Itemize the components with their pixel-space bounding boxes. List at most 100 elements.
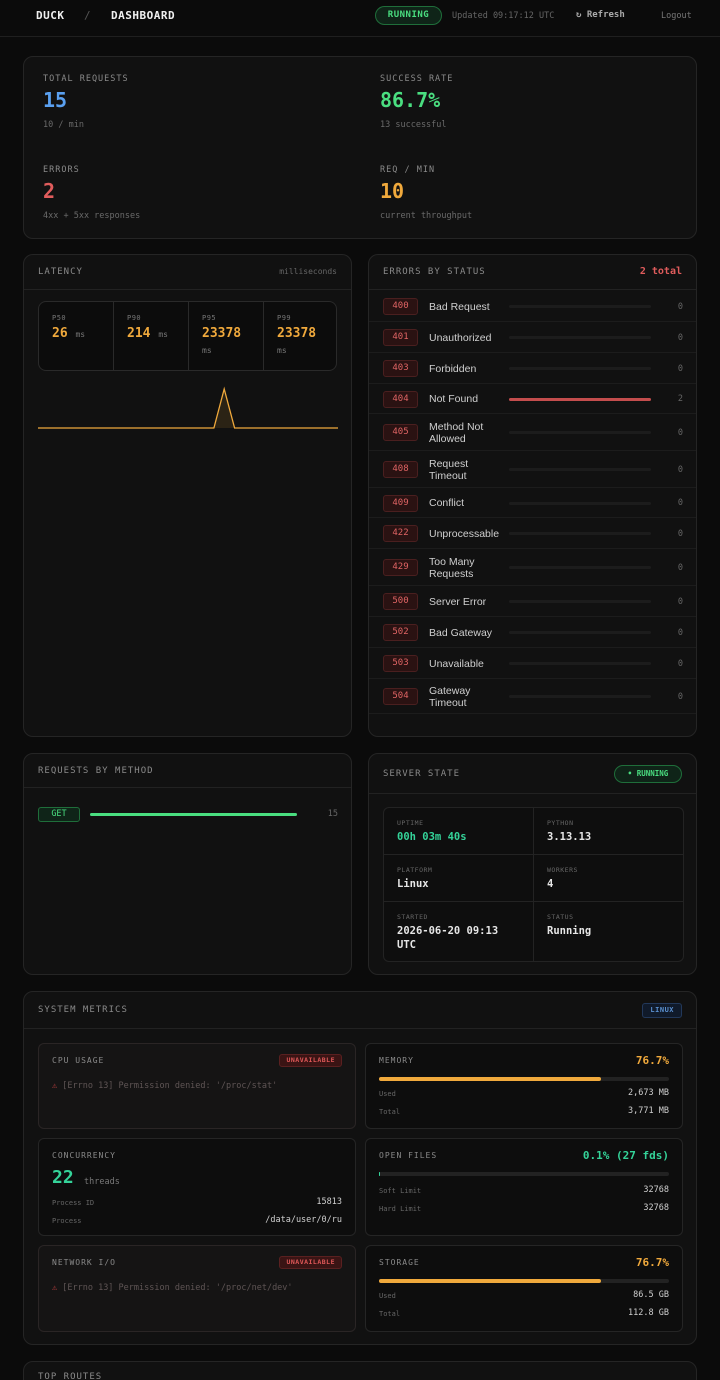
errors-label: ERRORS [43, 165, 80, 175]
total-requests-sub: 10 / min [43, 120, 84, 130]
latency-card: LATENCY milliseconds P50 26 ms P90 214 m… [23, 254, 352, 737]
status-badge: RUNNING [375, 6, 442, 25]
percentile-p95: P95 23378 ms [189, 302, 264, 370]
error-bar-track [509, 501, 651, 505]
error-count: 0 [677, 427, 683, 438]
error-count: 0 [677, 363, 683, 374]
server-state-title: SERVER STATE [383, 769, 461, 779]
error-bar-track [509, 631, 651, 634]
breadcrumb-dashboard: DASHBOARD [111, 9, 176, 22]
errors-sub: 4xx + 5xx responses [43, 211, 141, 221]
server-state-header: SERVER STATE • RUNNING [369, 754, 696, 794]
top-bar: DUCK / DASHBOARD RUNNING Updated 09:17:1… [0, 0, 720, 37]
error-bar-track [509, 600, 651, 603]
errors-by-status-title: ERRORS BY STATUS [383, 267, 486, 277]
status-name: Bad Request [429, 300, 490, 313]
error-row-429: 429 Too Many Requests 0 [369, 549, 696, 586]
storage-card: STORAGE 76.7% Used 86.5 GB Total 112.8 G… [365, 1245, 683, 1332]
server-running-badge: • RUNNING [614, 765, 682, 783]
error-count: 2 [677, 394, 683, 404]
error-bar-track [509, 566, 651, 569]
warning-icon: ⚠ [52, 1081, 58, 1091]
status-code-badge: 408 [383, 461, 418, 478]
brand-logo[interactable]: DUCK [36, 9, 65, 22]
uptime-cell: UPTIME 00h 03m 40s [384, 808, 534, 855]
error-row-401: 401 Unauthorized 0 [369, 322, 696, 353]
status-code-badge: 503 [383, 655, 418, 672]
req-min-label: REQ / MIN [380, 165, 436, 175]
system-metrics-title: SYSTEM METRICS [38, 1005, 128, 1015]
error-row-504: 504 Gateway Timeout 0 [369, 679, 696, 714]
error-count: 0 [677, 596, 683, 607]
summary-card: TOTAL REQUESTS 15 10 / min SUCCESS RATE … [23, 56, 697, 239]
system-metrics-card: SYSTEM METRICS LINUX CPU USAGE UNAVAILAB… [23, 991, 697, 1345]
status-name: Gateway Timeout [429, 684, 471, 709]
error-bar-track [509, 468, 651, 471]
error-bar-track [509, 367, 651, 370]
error-count: 0 [677, 332, 683, 343]
method-badge: GET [38, 807, 80, 822]
storage-bar-fill [379, 1279, 602, 1283]
error-row-503: 503 Unavailable 0 [369, 648, 696, 679]
memory-total: 3,771 MB [628, 1106, 669, 1116]
memory-bar-fill [379, 1077, 602, 1081]
total-requests-value: 15 [43, 88, 68, 112]
open-files-bar-track [379, 1172, 669, 1176]
error-row-400: 400 Bad Request 0 [369, 291, 696, 322]
percentile-p90: P90 214 ms [114, 302, 189, 370]
error-bar-track [509, 532, 651, 535]
memory-used: 2,673 MB [628, 1088, 669, 1098]
error-bar-track [509, 662, 651, 665]
cpu-unavailable-badge: UNAVAILABLE [279, 1054, 342, 1067]
platform-cell: PLATFORM Linux [384, 855, 534, 902]
status-name: Bad Gateway [429, 626, 493, 639]
concurrency-card: CONCURRENCY 22 threads Process ID 15813 … [38, 1138, 356, 1236]
storage-bar-track [379, 1279, 669, 1283]
latency-title: LATENCY [38, 267, 83, 277]
python-cell: PYTHON 3.13.13 [534, 808, 684, 855]
status-name: Server Error [429, 595, 487, 608]
server-state-card: SERVER STATE • RUNNING UPTIME 00h 03m 40… [368, 753, 697, 975]
server-state-grid: UPTIME 00h 03m 40s PYTHON 3.13.13 PLATFO… [383, 807, 684, 962]
started-cell: STARTED 2026-06-20 09:13 UTC [384, 902, 534, 962]
status-name: Forbidden [429, 362, 477, 375]
refresh-button[interactable]: ↻ Refresh [576, 10, 625, 20]
storage-percent: 76.7% [635, 1256, 669, 1269]
memory-card: MEMORY 76.7% Used 2,673 MB Total 3,771 M… [365, 1043, 683, 1129]
requests-by-method-header: REQUESTS BY METHOD [24, 754, 351, 788]
status-name: Unauthorized [429, 331, 492, 344]
error-count: 0 [677, 627, 683, 638]
open-files-card: OPEN FILES 0.1% (27 fds) Soft Limit 3276… [365, 1138, 683, 1236]
status-name: Too Many Requests [429, 555, 475, 580]
method-count: 15 [327, 809, 338, 819]
percentile-box: P50 26 ms P90 214 ms P95 23378 ms P99 233… [38, 301, 337, 371]
error-row-408: 408 Request Timeout 0 [369, 451, 696, 488]
hard-limit: 32768 [643, 1203, 669, 1213]
warning-icon: ⚠ [52, 1283, 58, 1293]
percentile-p99: P99 23378 ms [277, 314, 317, 355]
status-name: Unprocessable [429, 527, 500, 540]
error-count: 0 [677, 691, 683, 702]
error-row-405: 405 Method Not Allowed 0 [369, 414, 696, 451]
error-bar-fill [509, 397, 651, 401]
storage-total: 112.8 GB [628, 1308, 669, 1318]
error-row-422: 422 Unprocessable 0 [369, 518, 696, 549]
error-row-500: 500 Server Error 0 [369, 586, 696, 617]
top-routes-card: TOP ROUTES [23, 1361, 697, 1380]
error-count: 0 [677, 301, 683, 312]
latency-header: LATENCY milliseconds [24, 255, 351, 290]
method-row: GET 15 [38, 807, 338, 823]
latency-sparkline [38, 386, 338, 429]
status-code-badge: 401 [383, 329, 418, 346]
status-code-badge: 504 [383, 688, 418, 705]
error-count: 0 [677, 464, 683, 475]
status-name: Request Timeout [429, 457, 469, 482]
success-rate-sub: 13 successful [380, 120, 447, 130]
started-value: 2026-06-20 09:13 UTC [397, 925, 499, 951]
method-bar-fill [90, 813, 297, 816]
error-bar-track [509, 431, 651, 434]
refresh-icon: ↻ [576, 10, 582, 20]
total-requests-label: TOTAL REQUESTS [43, 74, 129, 84]
logout-button[interactable]: Logout [661, 11, 692, 21]
error-count: 0 [677, 528, 683, 539]
